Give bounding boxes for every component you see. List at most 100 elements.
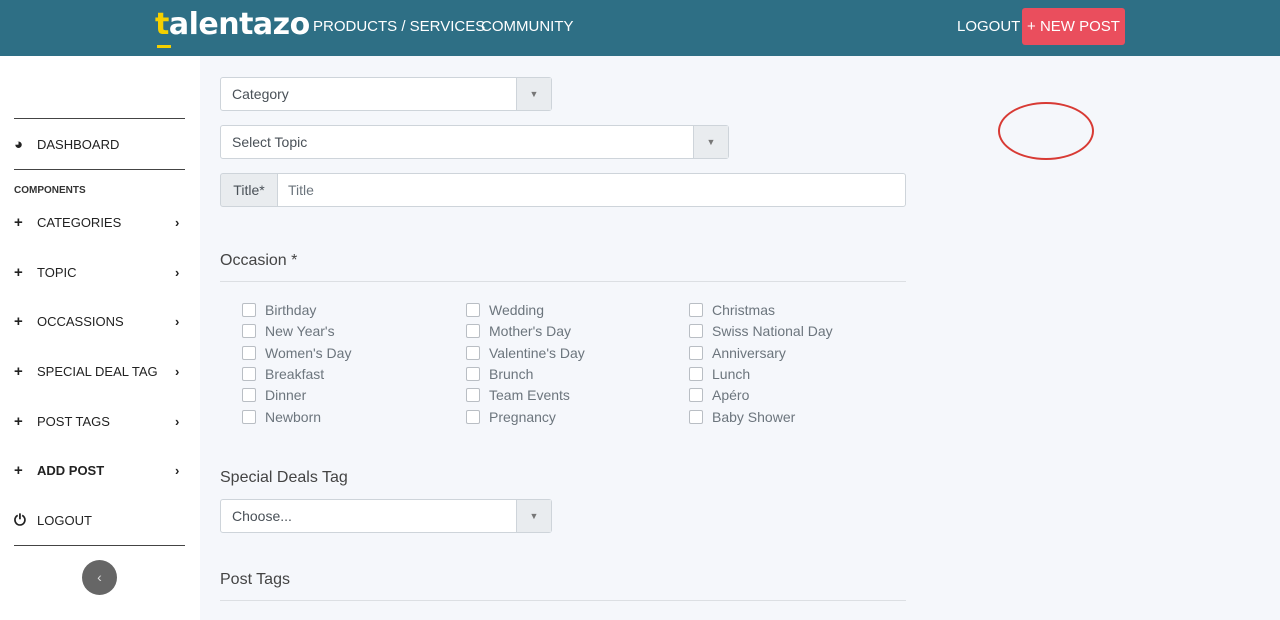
checkbox-label: Mother's Day [489, 323, 572, 339]
checkbox-label: Women's Day [265, 345, 352, 361]
power-icon: ⏻ [14, 511, 26, 529]
occasion-checkbox-valentines-day[interactable]: Valentine's Day [466, 344, 585, 362]
special-deals-select[interactable]: Choose... ▼ [220, 499, 552, 533]
sidebar-item-label: CATEGORIES [37, 214, 122, 230]
sidebar-collapse-button[interactable]: ‹ [82, 560, 117, 595]
new-post-button[interactable]: + NEW POST [1022, 8, 1125, 45]
brand-logo-initial: t [155, 7, 169, 42]
occasion-checkbox-christmas[interactable]: Christmas [689, 301, 775, 319]
checkbox-box[interactable] [689, 346, 703, 360]
occasion-checkbox-wedding[interactable]: Wedding [466, 301, 544, 319]
checkbox-box[interactable] [689, 367, 703, 381]
occasion-checkbox-dinner[interactable]: Dinner [242, 386, 306, 404]
topic-select[interactable]: Select Topic ▼ [220, 125, 729, 159]
occasion-checkbox-lunch[interactable]: Lunch [689, 365, 750, 383]
checkbox-label: Pregnancy [489, 409, 556, 425]
checkbox-box[interactable] [242, 388, 256, 402]
checkbox-box[interactable] [466, 324, 480, 338]
dropdown-arrow-icon: ▼ [693, 126, 728, 158]
checkbox-box[interactable] [466, 388, 480, 402]
sidebar-item-label: POST TAGS [37, 413, 110, 429]
special-deals-heading: Special Deals Tag [220, 469, 348, 486]
sidebar-item-topic[interactable]: + TOPIC › [14, 260, 185, 284]
checkbox-label: Newborn [265, 409, 322, 425]
plus-icon: + [14, 461, 23, 479]
checkbox-label: Team Events [489, 387, 570, 403]
sidebar-item-label: LOGOUT [37, 512, 92, 528]
occasion-checkbox-birthday[interactable]: Birthday [242, 301, 316, 319]
occasion-checkbox-newborn[interactable]: Newborn [242, 408, 321, 426]
checkbox-box[interactable] [466, 303, 480, 317]
nav-community[interactable]: COMMUNITY [481, 18, 574, 35]
checkbox-label: New Year's [265, 323, 335, 339]
sidebar-item-post-tags[interactable]: + POST TAGS › [14, 409, 185, 433]
chevron-right-icon: › [175, 214, 180, 230]
category-select[interactable]: Category ▼ [220, 77, 552, 111]
top-navbar: talentazo PRODUCTS / SERVICES COMMUNITY … [0, 0, 1280, 56]
occasion-checkbox-breakfast[interactable]: Breakfast [242, 365, 324, 383]
checkbox-box[interactable] [466, 346, 480, 360]
occasion-checkbox-pregnancy[interactable]: Pregnancy [466, 408, 556, 426]
sidebar-item-label: OCCASSIONS [37, 313, 124, 329]
sidebar-item-special-deal-tag[interactable]: + SPECIAL DEAL TAG › [14, 359, 185, 383]
sidebar-item-label: SPECIAL DEAL TAG [37, 363, 158, 379]
sidebar-item-categories[interactable]: + CATEGORIES › [14, 210, 185, 234]
checkbox-box[interactable] [242, 346, 256, 360]
checkbox-label: Lunch [712, 366, 751, 382]
checkbox-label: Dinner [265, 387, 307, 403]
checkbox-box[interactable] [689, 303, 703, 317]
checkbox-label: Birthday [265, 302, 317, 318]
sidebar-item-dashboard[interactable]: ◕ DASHBOARD [14, 132, 185, 156]
occasion-checkbox-womens-day[interactable]: Women's Day [242, 344, 351, 362]
checkbox-label: Valentine's Day [489, 345, 585, 361]
chevron-right-icon: › [175, 413, 180, 429]
checkbox-box[interactable] [689, 324, 703, 338]
sidebar: ◕ DASHBOARD COMPONENTS + CATEGORIES › + … [0, 56, 200, 620]
checkbox-label: Christmas [712, 302, 776, 318]
brand-logo[interactable]: talentazo [155, 7, 310, 48]
brand-logo-underline [157, 45, 171, 48]
occasion-checkbox-anniversary[interactable]: Anniversary [689, 344, 786, 362]
plus-icon: + [14, 362, 23, 380]
dropdown-arrow-icon: ▼ [516, 78, 551, 110]
checkbox-box[interactable] [242, 303, 256, 317]
chevron-right-icon: › [175, 313, 180, 329]
occasion-checkbox-new-years[interactable]: New Year's [242, 322, 335, 340]
sidebar-heading-components: COMPONENTS [14, 185, 86, 196]
title-input-label: Title* [220, 173, 278, 207]
occasion-checkbox-apero[interactable]: Apéro [689, 386, 749, 404]
checkbox-box[interactable] [242, 367, 256, 381]
checkbox-box[interactable] [466, 367, 480, 381]
plus-icon: + [14, 312, 23, 330]
dropdown-arrow-icon: ▼ [516, 500, 551, 532]
post-tags-heading: Post Tags [220, 571, 290, 588]
occasion-checkbox-swiss-national-day[interactable]: Swiss National Day [689, 322, 833, 340]
sidebar-item-label: ADD POST [37, 462, 105, 478]
checkbox-box[interactable] [689, 410, 703, 424]
nav-logout[interactable]: LOGOUT [957, 18, 1020, 35]
checkbox-label: Anniversary [712, 345, 786, 361]
sidebar-item-logout[interactable]: ⏻ LOGOUT [14, 508, 185, 532]
occasion-checkbox-mothers-day[interactable]: Mother's Day [466, 322, 571, 340]
occasion-checkbox-baby-shower[interactable]: Baby Shower [689, 408, 795, 426]
topic-select-value: Select Topic [232, 134, 308, 150]
sidebar-divider [14, 545, 185, 546]
plus-icon: + [14, 263, 23, 281]
title-input-group: Title* [220, 173, 906, 207]
chevron-right-icon: › [175, 462, 180, 478]
sidebar-item-add-post[interactable]: + ADD POST › [14, 458, 185, 482]
title-input[interactable] [277, 173, 906, 207]
occasion-checkbox-team-events[interactable]: Team Events [466, 386, 570, 404]
sidebar-item-occassions[interactable]: + OCCASSIONS › [14, 309, 185, 333]
special-deals-select-value: Choose... [232, 508, 292, 524]
checkbox-box[interactable] [466, 410, 480, 424]
checkbox-box[interactable] [689, 388, 703, 402]
plus-icon: + [14, 412, 23, 430]
nav-products-services[interactable]: PRODUCTS / SERVICES [313, 18, 485, 35]
plus-icon: + [14, 213, 23, 231]
occasion-checkbox-brunch[interactable]: Brunch [466, 365, 533, 383]
checkbox-box[interactable] [242, 324, 256, 338]
checkbox-box[interactable] [242, 410, 256, 424]
sidebar-item-label: TOPIC [37, 264, 77, 280]
checkbox-label: Brunch [489, 366, 534, 382]
